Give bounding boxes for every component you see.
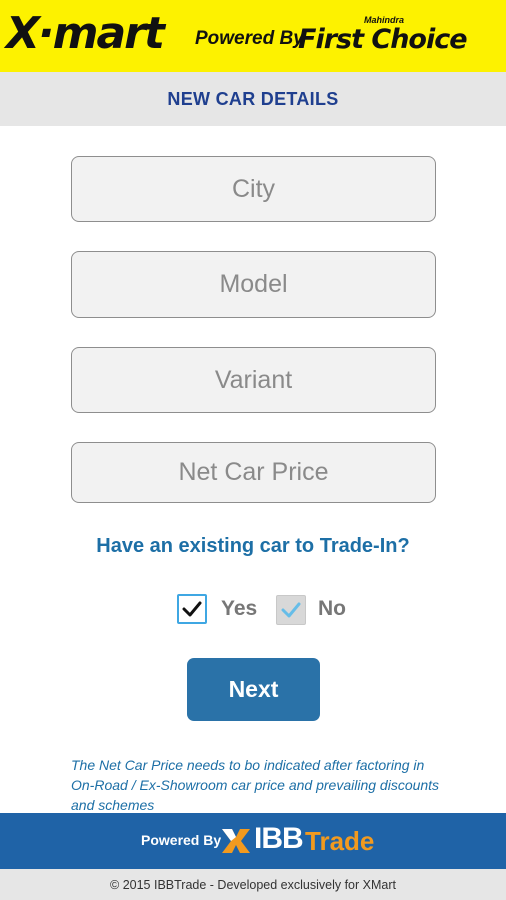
trade-in-question: Have an existing car to Trade-In? <box>96 535 410 557</box>
checkmark-icon <box>182 601 202 617</box>
variant-field[interactable] <box>71 347 436 413</box>
powered-by-label: Powered By <box>195 28 304 49</box>
price-note: The Net Car Price needs to bo indicated … <box>71 757 440 813</box>
ibb-logo-icon <box>222 829 250 853</box>
trade-in-yes-label[interactable]: Yes <box>221 597 257 621</box>
model-field[interactable] <box>71 251 436 318</box>
footer-brand-bar: Powered By IBB Trade <box>0 813 506 869</box>
app-header: X·mart Powered By Mahindra First Choice <box>0 0 506 72</box>
trade-in-no-checkbox[interactable] <box>276 595 306 625</box>
trade-in-yes-checkbox[interactable] <box>177 594 207 624</box>
net-car-price-field[interactable] <box>71 442 436 503</box>
footer-brand-secondary: Trade <box>305 826 375 856</box>
city-field[interactable] <box>71 156 436 222</box>
page-title: NEW CAR DETAILS <box>0 72 506 126</box>
xmart-logo: X·mart <box>6 8 165 59</box>
trade-in-no-label[interactable]: No <box>318 597 346 621</box>
checkmark-icon <box>281 602 301 618</box>
first-choice-logo: First Choice <box>298 24 468 55</box>
next-button[interactable]: Next <box>187 658 320 721</box>
footer-powered-by: Powered By <box>141 832 222 848</box>
footer-brand-main: IBB <box>254 822 304 855</box>
copyright-text: © 2015 IBBTrade - Developed exclusively … <box>0 869 506 900</box>
